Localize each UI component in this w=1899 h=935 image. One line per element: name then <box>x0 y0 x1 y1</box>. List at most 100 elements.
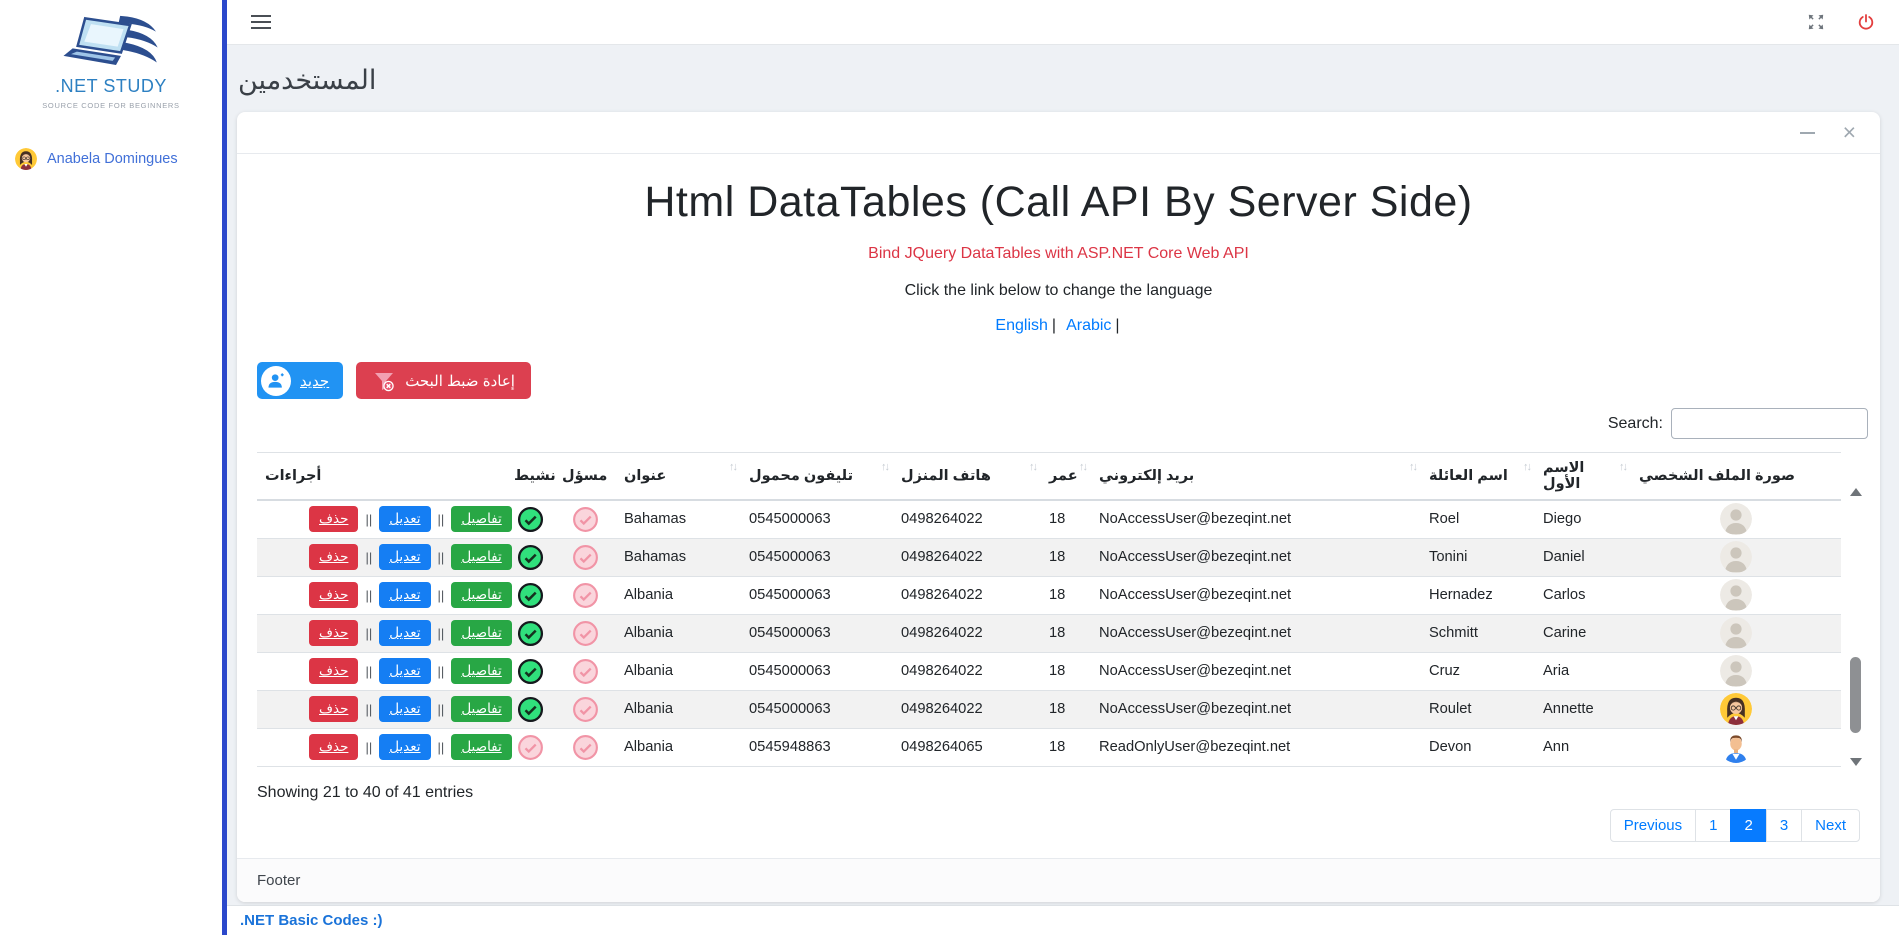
cell-email: NoAccessUser@bezeqint.net <box>1091 614 1421 652</box>
scroll-thumb[interactable] <box>1850 657 1861 733</box>
edit-button[interactable]: تعديل <box>379 506 430 532</box>
cell-last_name: Tonini <box>1421 538 1535 576</box>
user-avatar <box>15 148 37 170</box>
edit-button[interactable]: تعديل <box>379 696 430 722</box>
details-button[interactable]: تفاصيل <box>451 620 511 646</box>
scroll-track[interactable] <box>1850 500 1861 754</box>
sort-arrows-icon: ↑↓ <box>1029 461 1036 473</box>
language-link-arabic[interactable]: Arabic <box>1066 317 1111 334</box>
delete-button[interactable]: حذف <box>309 506 358 532</box>
edit-button[interactable]: تعديل <box>379 620 430 646</box>
active-toggle-icon[interactable] <box>517 734 544 761</box>
pagination-previous[interactable]: Previous <box>1610 809 1696 842</box>
table-row: حذف||تعديل||تفاصيلAlbania054500006304982… <box>257 614 1841 652</box>
button-separator: || <box>365 702 372 717</box>
pagination-3[interactable]: 3 <box>1766 809 1802 842</box>
main-area: المستخدمين × Html DataTables (Call API B… <box>227 0 1899 935</box>
column-header-last_name[interactable]: اسم العائلة↑↓ <box>1421 453 1535 501</box>
cell-home_phone: 0498264022 <box>893 652 1041 690</box>
admin-toggle-icon[interactable] <box>572 544 599 571</box>
details-button[interactable]: تفاصيل <box>451 544 511 570</box>
cell-home_phone: 0498264022 <box>893 614 1041 652</box>
sort-arrows-icon: ↑↓ <box>1523 461 1530 473</box>
cell-age: 18 <box>1041 690 1091 728</box>
cell-address: Albania <box>616 728 741 766</box>
sidebar: .NET STUDY SOURCE CODE FOR BEGINNERS Ana… <box>0 0 222 935</box>
collapse-minus-icon[interactable] <box>1800 132 1815 134</box>
cell-last_name: Roel <box>1421 500 1535 538</box>
new-user-button[interactable]: جديد <box>257 362 343 399</box>
active-toggle-icon[interactable] <box>517 620 544 647</box>
admin-toggle-icon[interactable] <box>572 582 599 609</box>
button-separator: || <box>438 512 445 527</box>
reset-search-button[interactable]: إعادة ضبط البحث <box>356 362 531 399</box>
column-header-email[interactable]: بريد إلكتروني↑↓ <box>1091 453 1421 501</box>
admin-toggle-icon[interactable] <box>572 696 599 723</box>
delete-button[interactable]: حذف <box>309 658 358 684</box>
delete-button[interactable]: حذف <box>309 582 358 608</box>
delete-button[interactable]: حذف <box>309 544 358 570</box>
column-header-home_phone[interactable]: هاتف المنزل↑↓ <box>893 453 1041 501</box>
admin-toggle-icon[interactable] <box>572 734 599 761</box>
pagination-1[interactable]: 1 <box>1695 809 1731 842</box>
edit-button[interactable]: تعديل <box>379 582 430 608</box>
active-toggle-icon[interactable] <box>517 582 544 609</box>
admin-toggle-icon[interactable] <box>572 506 599 533</box>
column-header-mobile[interactable]: تليفون محمول↑↓ <box>741 453 893 501</box>
details-button[interactable]: تفاصيل <box>451 658 511 684</box>
cell-first_name: Daniel <box>1535 538 1631 576</box>
card-footer: Footer <box>237 858 1880 902</box>
cell-home_phone: 0498264022 <box>893 500 1041 538</box>
sidebar-user-row[interactable]: Anabela Domingues <box>0 148 222 170</box>
active-toggle-icon[interactable] <box>517 696 544 723</box>
edit-button[interactable]: تعديل <box>379 544 430 570</box>
cell-home_phone: 0498264022 <box>893 690 1041 728</box>
avatar-boy-icon <box>1720 731 1752 763</box>
details-button[interactable]: تفاصيل <box>451 582 511 608</box>
cell-email: NoAccessUser@bezeqint.net <box>1091 500 1421 538</box>
delete-button[interactable]: حذف <box>309 696 358 722</box>
cell-age: 18 <box>1041 652 1091 690</box>
column-header-first_name[interactable]: الاسم الأول↑↓ <box>1535 453 1631 501</box>
user-name-link[interactable]: Anabela Domingues <box>47 151 178 167</box>
cell-email: NoAccessUser@bezeqint.net <box>1091 652 1421 690</box>
fullscreen-expand-icon[interactable] <box>1807 13 1825 31</box>
details-button[interactable]: تفاصيل <box>451 506 511 532</box>
scroll-down-icon[interactable] <box>1850 758 1862 766</box>
admin-toggle-icon[interactable] <box>572 658 599 685</box>
active-toggle-icon[interactable] <box>517 506 544 533</box>
edit-button[interactable]: تعديل <box>379 734 430 760</box>
cell-age: 18 <box>1041 500 1091 538</box>
cell-last_name: Cruz <box>1421 652 1535 690</box>
menu-hamburger-icon[interactable] <box>251 11 271 33</box>
app-window: .NET STUDY SOURCE CODE FOR BEGINNERS Ana… <box>0 0 1899 935</box>
active-toggle-icon[interactable] <box>517 658 544 685</box>
delete-button[interactable]: حذف <box>309 734 358 760</box>
admin-toggle-icon[interactable] <box>572 620 599 647</box>
column-header-age[interactable]: عمر↑↓ <box>1041 453 1091 501</box>
power-icon[interactable] <box>1857 13 1875 31</box>
close-icon[interactable]: × <box>1843 121 1856 144</box>
column-header-actions: أجراءات <box>257 453 506 501</box>
button-separator: || <box>438 702 445 717</box>
sort-arrows-icon: ↑↓ <box>1409 461 1416 473</box>
details-button[interactable]: تفاصيل <box>451 696 511 722</box>
pagination-next[interactable]: Next <box>1801 809 1860 842</box>
language-link-english[interactable]: English <box>995 317 1047 334</box>
button-separator: || <box>365 512 372 527</box>
details-button[interactable]: تفاصيل <box>451 734 511 760</box>
pagination: Previous123Next <box>1611 809 1860 842</box>
cell-address: Bahamas <box>616 538 741 576</box>
cell-address: Albania <box>616 652 741 690</box>
scroll-up-icon[interactable] <box>1850 488 1862 496</box>
edit-button[interactable]: تعديل <box>379 658 430 684</box>
link-separator: | <box>1115 317 1119 334</box>
active-toggle-icon[interactable] <box>517 544 544 571</box>
delete-button[interactable]: حذف <box>309 620 358 646</box>
column-header-address[interactable]: عنوان↑↓ <box>616 453 741 501</box>
button-separator: || <box>365 740 372 755</box>
table-row: حذف||تعديل||تفاصيلAlbania054500006304982… <box>257 652 1841 690</box>
search-input[interactable] <box>1671 408 1868 439</box>
pagination-2[interactable]: 2 <box>1730 809 1766 842</box>
table-scrollbar[interactable] <box>1849 488 1862 766</box>
